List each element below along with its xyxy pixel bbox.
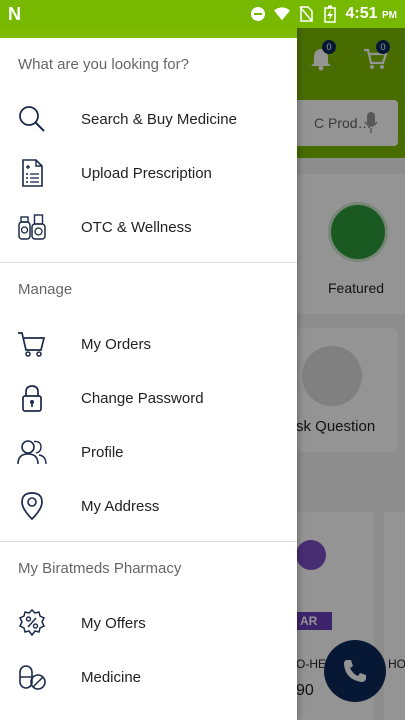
location-pin-icon <box>0 491 81 521</box>
wifi-icon <box>273 6 290 22</box>
menu-label: Upload Prescription <box>81 164 212 182</box>
menu-item-change-password[interactable]: Change Password <box>0 371 297 425</box>
no-sim-icon <box>298 6 314 22</box>
drawer-header-strip <box>0 28 297 38</box>
wellness-bottles-icon <box>0 212 81 242</box>
section-title-looking-for: What are you looking for? <box>18 56 189 73</box>
menu-item-my-address[interactable]: My Address <box>0 479 297 533</box>
menu-label: My Offers <box>81 614 146 632</box>
search-icon <box>0 104 81 134</box>
menu-item-upload-prescription[interactable]: Upload Prescription <box>0 146 297 200</box>
menu-label: Change Password <box>81 389 204 407</box>
offer-percent-icon <box>0 608 81 638</box>
menu-label: OTC & Wellness <box>81 218 192 236</box>
menu-item-my-offers[interactable]: My Offers <box>0 596 297 650</box>
clock: 4:51 PM <box>345 5 397 22</box>
notification-app-icon: N <box>8 3 21 24</box>
pill-icon <box>0 662 81 692</box>
section-title-manage: Manage <box>18 281 73 298</box>
prescription-icon <box>0 158 81 188</box>
status-bar: N 4:51 PM <box>0 0 405 28</box>
do-not-disturb-icon <box>250 6 266 22</box>
menu-item-otc-wellness[interactable]: OTC & Wellness <box>0 200 297 254</box>
menu-label: Profile <box>81 443 124 461</box>
users-icon <box>0 437 81 467</box>
cart-icon <box>0 329 81 359</box>
navigation-drawer: What are you looking for? Search & Buy M… <box>0 28 297 720</box>
menu-label: My Orders <box>81 335 152 353</box>
menu-item-search-buy-medicine[interactable]: Search & Buy Medicine <box>0 92 297 146</box>
menu-label: Medicine <box>81 668 142 686</box>
lock-icon <box>0 383 81 413</box>
menu-item-medicine[interactable]: Medicine <box>0 650 297 704</box>
battery-charging-icon <box>322 5 338 23</box>
menu-item-my-orders[interactable]: My Orders <box>0 317 297 371</box>
menu-label: My Address <box>81 497 160 515</box>
section-title-my-pharmacy: My Biratmeds Pharmacy <box>18 560 182 577</box>
menu-label: Search & Buy Medicine <box>81 110 237 128</box>
menu-item-profile[interactable]: Profile <box>0 425 297 479</box>
